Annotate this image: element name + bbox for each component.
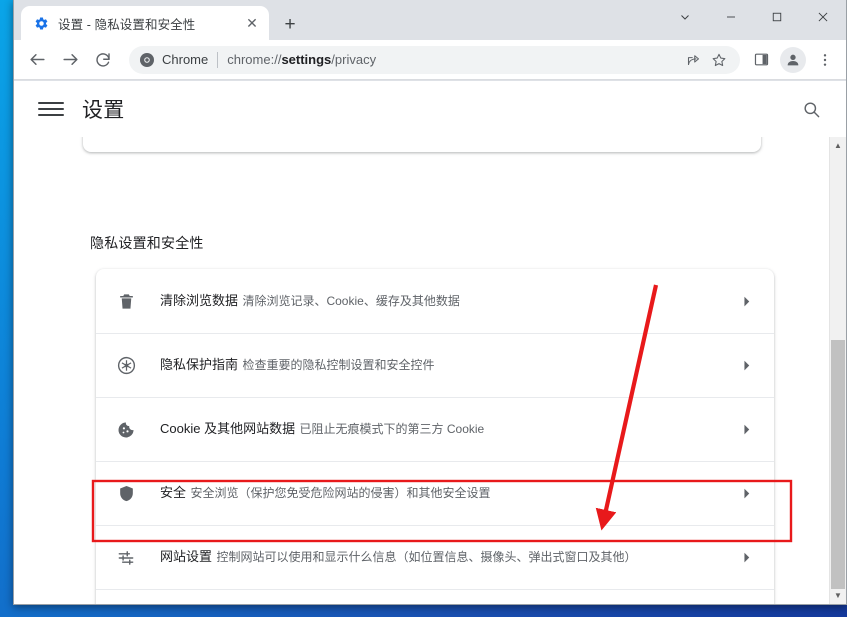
omnibox-url: chrome://settings/privacy bbox=[227, 52, 376, 67]
scroll-down-button[interactable]: ▼ bbox=[830, 587, 846, 604]
settings-row-text: 安全 安全浏览（保护您免受危险网站的侵害）和其他安全设置 bbox=[160, 484, 732, 503]
row-title: 隐私保护指南 bbox=[160, 357, 239, 373]
side-panel-icon[interactable] bbox=[746, 45, 776, 75]
cookie-icon bbox=[114, 418, 138, 442]
omnibox-scheme-label: Chrome bbox=[162, 52, 209, 67]
sliders-icon bbox=[114, 546, 138, 570]
settings-row-clear-browsing-data[interactable]: 清除浏览数据 清除浏览记录、Cookie、缓存及其他数据 bbox=[96, 269, 774, 333]
back-button[interactable] bbox=[22, 45, 52, 75]
settings-row-site-settings[interactable]: 网站设置 控制网站可以使用和显示什么信息（如位置信息、摄像头、弹出式窗口及其他） bbox=[96, 525, 774, 589]
privacy-guide-icon bbox=[114, 354, 138, 378]
tab-strip: 设置 - 隐私设置和安全性 ✕ + bbox=[14, 0, 846, 40]
tab-close-icon[interactable]: ✕ bbox=[241, 12, 263, 34]
url-suffix: /privacy bbox=[331, 52, 377, 67]
page-title: 设置 bbox=[82, 99, 125, 122]
chevron-right-icon[interactable] bbox=[732, 352, 760, 380]
settings-row-cookies[interactable]: Cookie 及其他网站数据 已阻止无痕模式下的第三方 Cookie bbox=[96, 397, 774, 461]
trash-icon bbox=[114, 289, 138, 313]
maximize-button[interactable] bbox=[754, 0, 800, 34]
settings-row-security[interactable]: 安全 安全浏览（保护您免受危险网站的侵害）和其他安全设置 bbox=[96, 461, 774, 525]
scrollbar-thumb[interactable] bbox=[831, 340, 845, 589]
reload-button[interactable] bbox=[88, 45, 118, 75]
settings-row-text: 隐私保护指南 检查重要的隐私控制设置和安全控件 bbox=[160, 356, 732, 375]
omnibox-separator bbox=[217, 51, 219, 68]
settings-row-text: 网站设置 控制网站可以使用和显示什么信息（如位置信息、摄像头、弹出式窗口及其他） bbox=[160, 548, 732, 567]
address-bar[interactable]: Chrome chrome://settings/privacy bbox=[129, 45, 740, 74]
window-controls bbox=[662, 0, 846, 34]
chevron-right-icon[interactable] bbox=[732, 544, 760, 572]
new-tab-button[interactable]: + bbox=[276, 10, 304, 38]
row-title: 清除浏览数据 bbox=[160, 292, 239, 308]
settings-page: 设置 隐私设置和安全性 清除浏览数据 清除浏览记录、Cookie、缓存及其他数据 bbox=[14, 81, 846, 604]
row-title: 安全 bbox=[160, 485, 187, 501]
browser-toolbar: Chrome chrome://settings/privacy bbox=[14, 40, 846, 80]
close-button[interactable] bbox=[800, 0, 846, 34]
row-title: Cookie 及其他网站数据 bbox=[160, 421, 296, 437]
browser-tab-settings[interactable]: 设置 - 隐私设置和安全性 ✕ bbox=[21, 6, 269, 40]
tab-title: 设置 - 隐私设置和安全性 bbox=[58, 17, 196, 32]
section-title: 隐私设置和安全性 bbox=[90, 235, 204, 251]
row-title: 网站设置 bbox=[160, 549, 213, 565]
previous-section-card-partial bbox=[83, 137, 761, 152]
browser-window: 设置 - 隐私设置和安全性 ✕ + Chrome chrome://settin… bbox=[13, 0, 847, 605]
chrome-menu-icon[interactable] bbox=[810, 45, 840, 75]
chevron-right-icon[interactable] bbox=[732, 480, 760, 508]
search-icon[interactable] bbox=[796, 94, 826, 124]
row-subtitle: 检查重要的隐私控制设置和安全控件 bbox=[242, 358, 435, 373]
chrome-logo-icon bbox=[139, 52, 155, 68]
row-subtitle: 安全浏览（保护您免受危险网站的侵害）和其他安全设置 bbox=[190, 486, 491, 501]
scroll-up-button[interactable]: ▲ bbox=[830, 137, 846, 154]
settings-header: 设置 bbox=[14, 81, 846, 137]
hamburger-menu-icon[interactable] bbox=[38, 96, 64, 122]
settings-row-text: Cookie 及其他网站数据 已阻止无痕模式下的第三方 Cookie bbox=[160, 420, 732, 439]
tab-search-button[interactable] bbox=[662, 0, 708, 34]
share-icon[interactable] bbox=[680, 47, 706, 73]
chevron-right-icon[interactable] bbox=[732, 416, 760, 444]
settings-row-privacy-guide[interactable]: 隐私保护指南 检查重要的隐私控制设置和安全控件 bbox=[96, 333, 774, 397]
forward-button[interactable] bbox=[55, 45, 85, 75]
minimize-button[interactable] bbox=[708, 0, 754, 34]
shield-icon bbox=[114, 482, 138, 506]
settings-row-privacy-sandbox[interactable]: 隐私沙盒 试用版功能已关闭 bbox=[96, 589, 774, 604]
settings-gear-favicon bbox=[33, 15, 49, 31]
bookmark-star-icon[interactable] bbox=[706, 47, 732, 73]
privacy-settings-card: 清除浏览数据 清除浏览记录、Cookie、缓存及其他数据 隐私保护指南 检查重要… bbox=[96, 269, 774, 604]
settings-scroll-area[interactable]: 隐私设置和安全性 清除浏览数据 清除浏览记录、Cookie、缓存及其他数据 隐私… bbox=[14, 137, 829, 604]
url-bold-part: settings bbox=[281, 52, 332, 67]
settings-row-text: 清除浏览数据 清除浏览记录、Cookie、缓存及其他数据 bbox=[160, 292, 732, 311]
chevron-right-icon[interactable] bbox=[732, 287, 760, 315]
url-prefix: chrome:// bbox=[227, 52, 282, 67]
row-subtitle: 控制网站可以使用和显示什么信息（如位置信息、摄像头、弹出式窗口及其他） bbox=[216, 550, 637, 565]
profile-avatar[interactable] bbox=[780, 46, 806, 73]
vertical-scrollbar[interactable]: ▲ ▼ bbox=[829, 137, 846, 604]
row-subtitle: 已阻止无痕模式下的第三方 Cookie bbox=[299, 422, 485, 437]
row-subtitle: 清除浏览记录、Cookie、缓存及其他数据 bbox=[242, 293, 460, 308]
